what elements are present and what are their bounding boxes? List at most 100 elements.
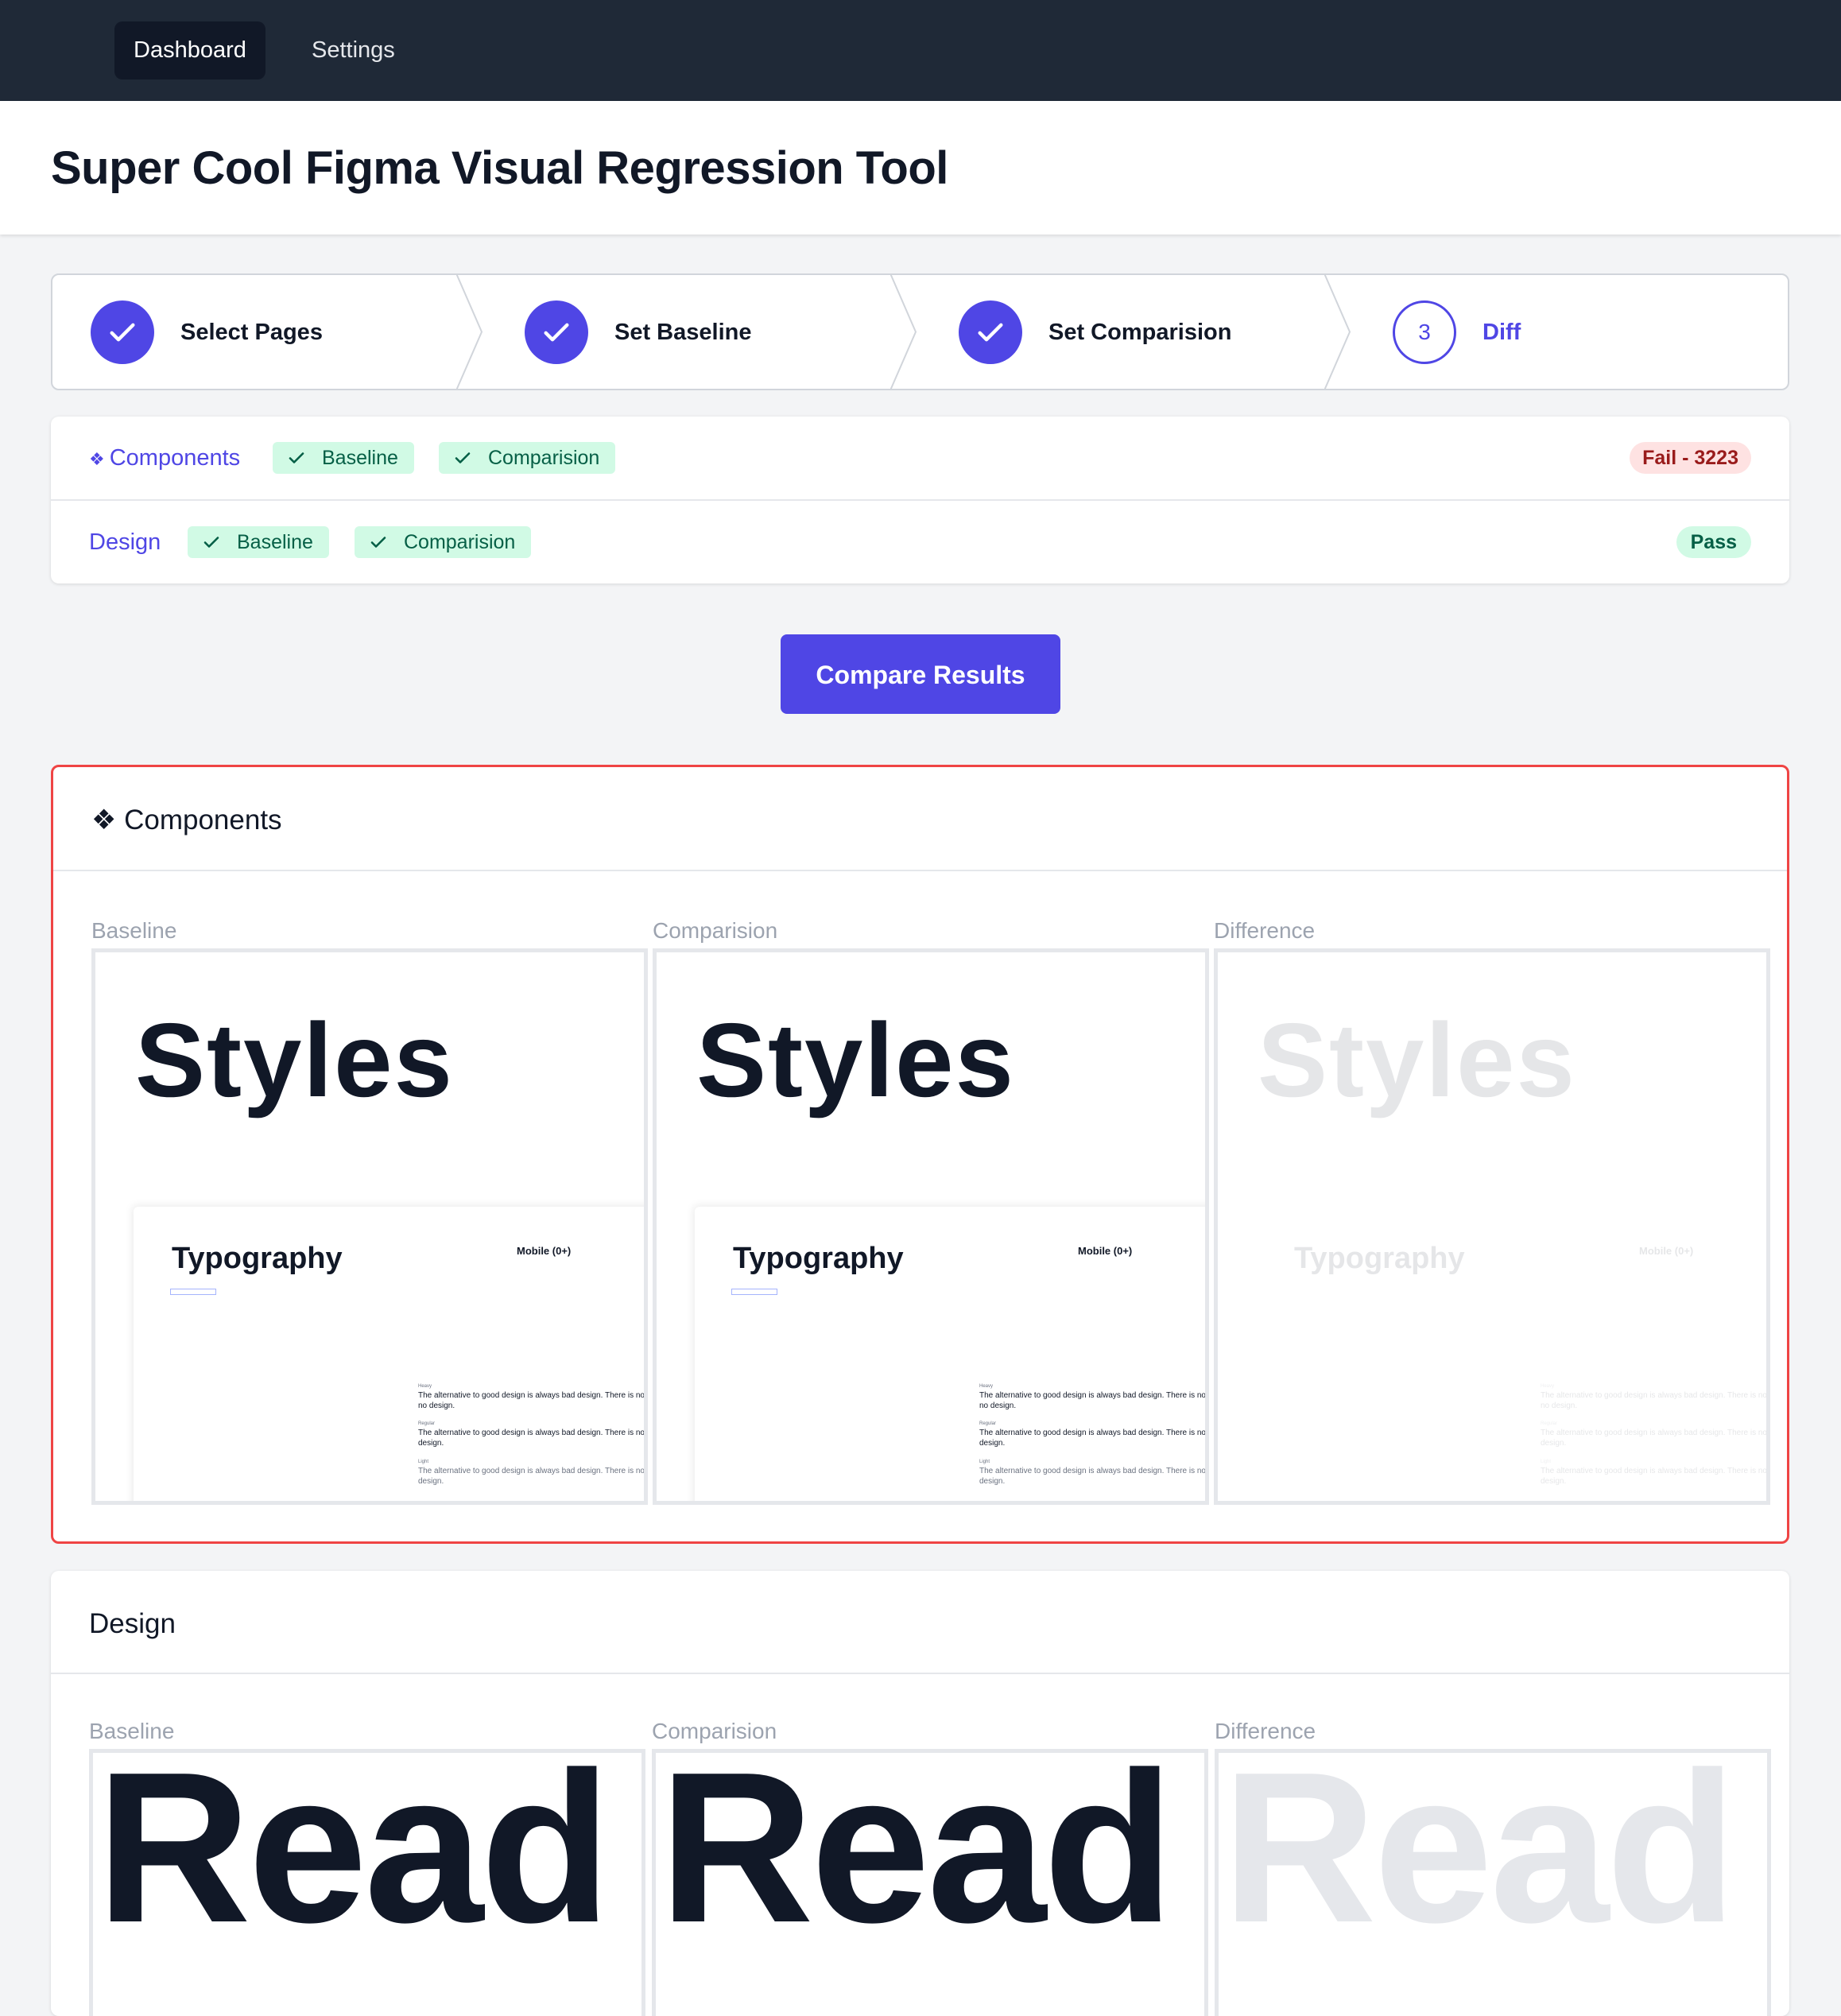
preview-heading: Styles (135, 1002, 454, 1118)
sample-text-line: design. (418, 1439, 444, 1448)
sample-text-line: design. (1541, 1477, 1567, 1486)
step-label: Set Comparision (1048, 320, 1232, 345)
page-row-components[interactable]: ❖ Components Baseline Comparision Fail - … (51, 417, 1789, 501)
sample-text-line: no design. (1541, 1402, 1578, 1410)
sample-weight-label: Heavy (1541, 1384, 1555, 1389)
step-label: Diff (1482, 320, 1521, 345)
sample-text-line: The alternative to good design is always… (1541, 1467, 1770, 1475)
baseline-badge: Baseline (273, 442, 414, 474)
preview-device-label: Mobile (0+) (517, 1245, 572, 1257)
card-title: ❖ Components (91, 804, 282, 835)
sample-text-line: design. (979, 1439, 1006, 1448)
preview-subheading: Typography (1294, 1242, 1465, 1275)
comparision-badge: Comparision (355, 526, 532, 558)
preview-subheading: Typography (733, 1242, 904, 1275)
preview-inner-frame: Typography Mobile (0+) Heavy The alterna… (134, 1207, 648, 1501)
step-label: Set Baseline (614, 320, 752, 345)
sample-text-line: The alternative to good design is always… (979, 1467, 1209, 1475)
column-label-baseline: Baseline (89, 1719, 175, 1743)
page-status-list: ❖ Components Baseline Comparision Fail - … (51, 417, 1789, 583)
step-separator-chevron (456, 275, 483, 389)
comparision-badge: Comparision (439, 442, 616, 474)
check-icon (455, 452, 471, 463)
page-title: Super Cool Figma Visual Regression Tool (51, 142, 948, 194)
preview-heading: Read (96, 1749, 611, 1968)
preview-heading: Styles (696, 1002, 1015, 1118)
sample-text-line: design. (1541, 1439, 1567, 1448)
sample-weight-label: Regular (979, 1421, 997, 1426)
preview-subheading: Typography (172, 1242, 343, 1275)
step-set-baseline[interactable]: Set Baseline (486, 275, 920, 389)
check-icon (370, 537, 386, 548)
progress-stepper: Select Pages Set Baseline Set Comparisio… (51, 273, 1789, 390)
sample-weight-label: Heavy (418, 1384, 432, 1389)
baseline-image: Read (89, 1749, 645, 2016)
step-select-pages[interactable]: Select Pages (52, 275, 486, 389)
step-separator-chevron (1324, 275, 1351, 389)
page-name[interactable]: Design (89, 525, 161, 560)
sample-text-line: design. (418, 1477, 444, 1486)
check-icon (959, 300, 1022, 364)
comparision-image: Styles Typography Mobile (0+) Heavy The … (653, 948, 1209, 1505)
step-label: Select Pages (180, 320, 323, 345)
sample-weight-label: Regular (418, 1421, 436, 1426)
check-icon (91, 300, 154, 364)
step-set-comparision[interactable]: Set Comparision (920, 275, 1355, 389)
page-row-design[interactable]: Design Baseline Comparision Pass (51, 501, 1789, 583)
component-diamond-icon: ❖ (89, 449, 105, 469)
preview-inner-frame: Typography Mobile (0+) Heavy The alterna… (695, 1207, 1209, 1501)
difference-image: Styles Typography Mobile (0+) Heavy The … (1214, 948, 1770, 1505)
column-label-difference: Difference (1215, 1719, 1316, 1743)
sample-weight-label: Regular (1541, 1421, 1558, 1426)
sample-text-line: The alternative to good design is always… (418, 1429, 648, 1437)
preview-heading: Read (1222, 1749, 1737, 1968)
preview-inner-frame: Typography Mobile (0+) Heavy The alterna… (1256, 1207, 1770, 1501)
sample-text-line: The alternative to good design is always… (979, 1391, 1209, 1400)
component-diamond-icon: ❖ (91, 804, 125, 835)
step-number-indicator: 3 (1393, 300, 1456, 364)
sample-weight-label: Light (1541, 1460, 1552, 1464)
result-card-components: ❖ Components Baseline Comparision Differ… (51, 765, 1789, 1544)
preview-heading: Read (659, 1749, 1174, 1968)
column-label-baseline: Baseline (91, 918, 177, 943)
baseline-image: Styles Typography Mobile (0+) Heavy The … (91, 948, 648, 1505)
column-label-comparision: Comparision (653, 918, 778, 943)
preview-tag (170, 1289, 216, 1295)
preview-device-label: Mobile (0+) (1639, 1245, 1694, 1257)
preview-tag (731, 1289, 777, 1295)
nav-tab-dashboard[interactable]: Dashboard (114, 21, 265, 79)
difference-overlay: Styles Typography Mobile (0+) Heavy The … (1218, 952, 1766, 1501)
sample-weight-label: Light (418, 1460, 429, 1464)
sample-weight-label: Heavy (979, 1384, 994, 1389)
card-divider (51, 1673, 1789, 1674)
step-diff[interactable]: 3 Diff (1355, 275, 1788, 389)
card-title: Design (89, 1608, 176, 1639)
page-name[interactable]: ❖ Components (89, 440, 240, 477)
sample-text-line: The alternative to good design is always… (1541, 1391, 1770, 1400)
page-header: Super Cool Figma Visual Regression Tool (0, 101, 1841, 235)
compare-results-button[interactable]: Compare Results (781, 634, 1060, 714)
column-label-comparision: Comparision (652, 1719, 777, 1743)
sample-text-line: no design. (979, 1402, 1017, 1410)
nav-tab-settings[interactable]: Settings (293, 21, 414, 79)
preview-device-label: Mobile (0+) (1078, 1245, 1133, 1257)
sample-text-line: The alternative to good design is always… (418, 1391, 648, 1400)
sample-text-line: design. (979, 1477, 1006, 1486)
check-icon (525, 300, 588, 364)
preview-heading: Styles (1258, 1002, 1576, 1118)
status-badge: Fail - 3223 (1630, 442, 1751, 474)
sample-text-line: The alternative to good design is always… (1541, 1429, 1770, 1437)
column-label-difference: Difference (1214, 918, 1316, 943)
baseline-badge: Baseline (188, 526, 329, 558)
step-separator-chevron (890, 275, 917, 389)
check-icon (203, 537, 219, 548)
sample-text-line: The alternative to good design is always… (418, 1467, 648, 1475)
result-card-design: Design Baseline Comparision Difference R… (51, 1571, 1789, 2016)
status-badge: Pass (1676, 526, 1751, 558)
check-icon (289, 452, 304, 463)
comparision-image: Read (652, 1749, 1208, 2016)
sample-text-line: no design. (418, 1402, 455, 1410)
sample-text-line: The alternative to good design is always… (979, 1429, 1209, 1437)
sample-weight-label: Light (979, 1460, 990, 1464)
card-divider (53, 870, 1787, 871)
